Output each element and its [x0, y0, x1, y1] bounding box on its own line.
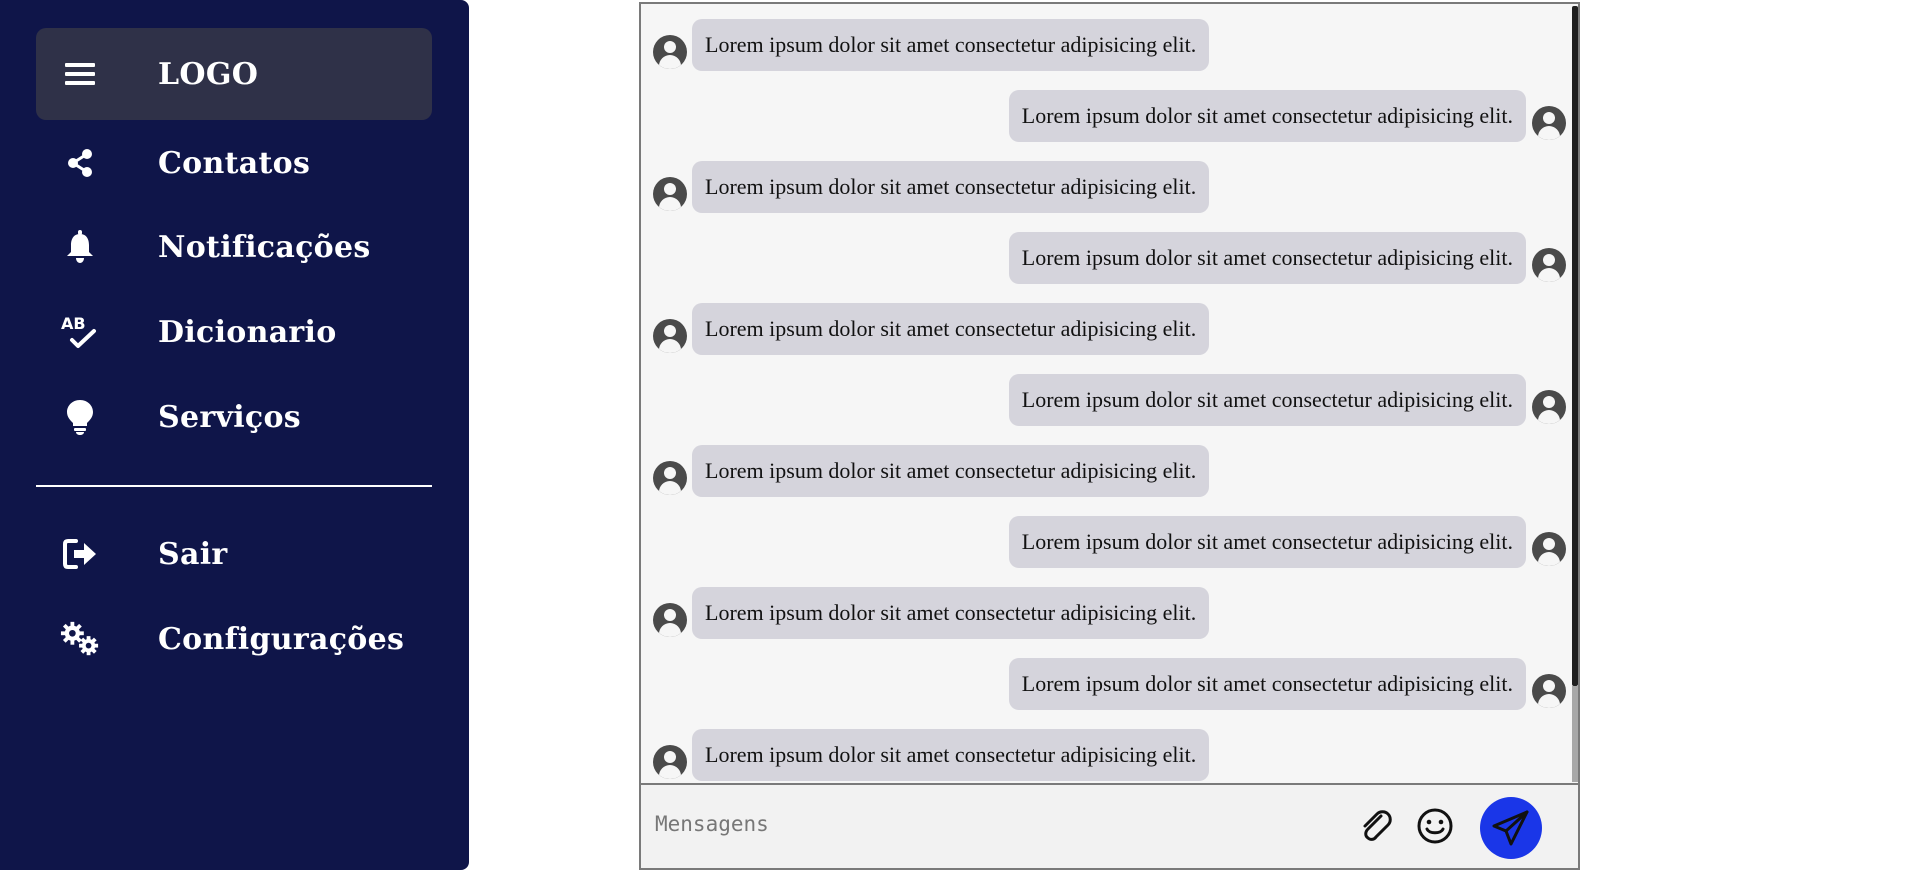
avatar-icon [1532, 674, 1566, 708]
avatar-icon [653, 603, 687, 637]
avatar-icon [653, 35, 687, 69]
message-received: Lorem ipsum dolor sit amet consectetur a… [653, 587, 1210, 639]
logo-text: LOGO [158, 56, 259, 92]
avatar-icon [1532, 532, 1566, 566]
sidebar-item-configuracoes[interactable]: Configurações [36, 593, 432, 685]
avatar-icon [653, 461, 687, 495]
message-bubble: Lorem ipsum dolor sit amet consectetur a… [692, 729, 1210, 781]
bell-icon [60, 227, 100, 267]
chat-panel: Lorem ipsum dolor sit amet consectetur a… [639, 2, 1580, 870]
scrollbar-thumb[interactable] [1572, 6, 1578, 686]
sidebar-item-label: Dicionario [158, 314, 337, 350]
logout-icon [60, 534, 100, 574]
avatar-icon [653, 319, 687, 353]
send-icon [1492, 810, 1529, 846]
message-input[interactable] [655, 799, 1335, 849]
share-icon [60, 143, 100, 183]
smiley-icon [1417, 808, 1453, 844]
sidebar-item-label: Notificações [158, 229, 371, 265]
message-bubble: Lorem ipsum dolor sit amet consectetur a… [692, 19, 1210, 71]
message-bubble: Lorem ipsum dolor sit amet consectetur a… [692, 587, 1210, 639]
menu-icon[interactable] [60, 54, 100, 94]
message-sent: Lorem ipsum dolor sit amet consectetur a… [1008, 374, 1566, 426]
sidebar-item-contatos[interactable]: Contatos [36, 117, 432, 209]
sidebar-item-sair[interactable]: Sair [36, 508, 432, 600]
avatar-icon [1532, 106, 1566, 140]
message-sent: Lorem ipsum dolor sit amet consectetur a… [1008, 658, 1566, 710]
message-sent: Lorem ipsum dolor sit amet consectetur a… [1008, 232, 1566, 284]
avatar-icon [653, 745, 687, 779]
message-sent: Lorem ipsum dolor sit amet consectetur a… [1008, 516, 1566, 568]
sidebar: LOGO Contatos Notificações AB Dicionario… [0, 0, 469, 870]
sidebar-item-label: Configurações [158, 621, 405, 657]
sidebar-item-label: Contatos [158, 145, 311, 181]
sidebar-divider [36, 485, 432, 487]
sidebar-item-dicionario[interactable]: AB Dicionario [36, 286, 432, 378]
message-bubble: Lorem ipsum dolor sit amet consectetur a… [692, 303, 1210, 355]
message-bubble: Lorem ipsum dolor sit amet consectetur a… [1008, 658, 1526, 710]
avatar-icon [653, 177, 687, 211]
scrollbar-track[interactable] [1572, 686, 1578, 782]
spellcheck-icon: AB [60, 312, 100, 352]
message-list[interactable]: Lorem ipsum dolor sit amet consectetur a… [641, 4, 1578, 785]
message-bubble: Lorem ipsum dolor sit amet consectetur a… [692, 445, 1210, 497]
sidebar-item-servicos[interactable]: Serviços [36, 371, 432, 463]
paperclip-icon [1363, 810, 1392, 841]
sidebar-logo[interactable]: LOGO [36, 28, 432, 120]
message-bubble: Lorem ipsum dolor sit amet consectetur a… [1008, 232, 1526, 284]
message-received: Lorem ipsum dolor sit amet consectetur a… [653, 161, 1210, 213]
message-composer [641, 783, 1578, 868]
send-button[interactable] [1480, 797, 1542, 859]
sidebar-item-notificacoes[interactable]: Notificações [36, 201, 432, 293]
svg-text:AB: AB [61, 314, 86, 333]
message-sent: Lorem ipsum dolor sit amet consectetur a… [1008, 90, 1566, 142]
attach-button[interactable] [1353, 803, 1399, 849]
message-bubble: Lorem ipsum dolor sit amet consectetur a… [692, 161, 1210, 213]
lightbulb-icon [60, 397, 100, 437]
sidebar-item-label: Serviços [158, 399, 301, 435]
avatar-icon [1532, 248, 1566, 282]
message-received: Lorem ipsum dolor sit amet consectetur a… [653, 303, 1210, 355]
sidebar-item-label: Sair [158, 536, 228, 572]
gears-icon [60, 619, 100, 659]
emoji-button[interactable] [1412, 803, 1458, 849]
message-received: Lorem ipsum dolor sit amet consectetur a… [653, 445, 1210, 497]
message-bubble: Lorem ipsum dolor sit amet consectetur a… [1008, 374, 1526, 426]
message-received: Lorem ipsum dolor sit amet consectetur a… [653, 729, 1210, 781]
avatar-icon [1532, 390, 1566, 424]
message-received: Lorem ipsum dolor sit amet consectetur a… [653, 19, 1210, 71]
message-bubble: Lorem ipsum dolor sit amet consectetur a… [1008, 90, 1526, 142]
message-bubble: Lorem ipsum dolor sit amet consectetur a… [1008, 516, 1526, 568]
